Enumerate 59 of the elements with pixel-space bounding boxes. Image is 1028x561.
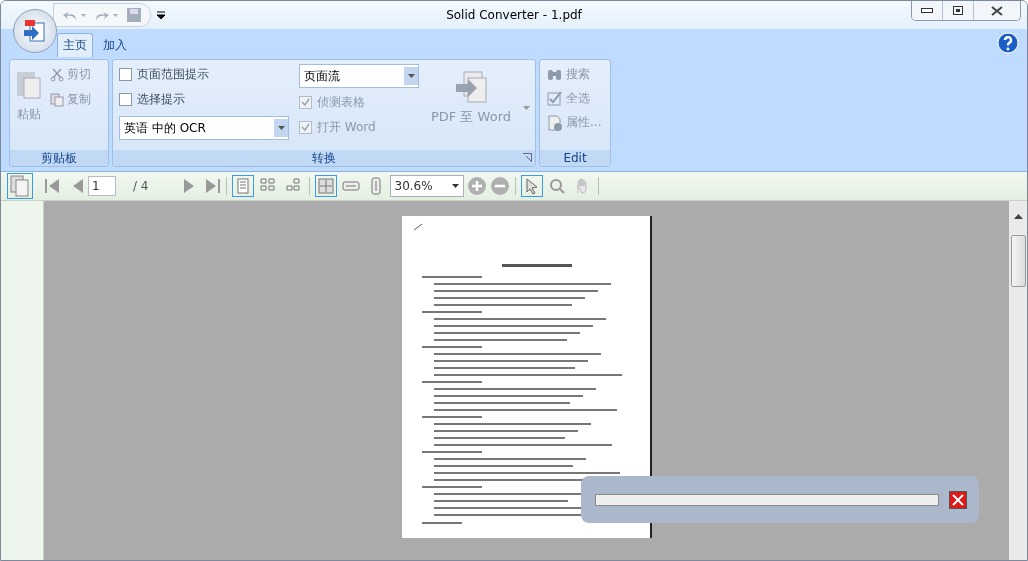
properties-button[interactable]: 属性... — [544, 112, 604, 133]
caret-icon — [277, 126, 285, 130]
checkbox-label: 页面范围提示 — [137, 66, 209, 83]
maximize-button[interactable] — [943, 1, 974, 20]
copy-icon — [50, 92, 64, 107]
checkbox-label: 打开 Word — [317, 119, 376, 136]
vertical-scrollbar[interactable] — [1009, 201, 1027, 560]
checkbox-label: 侦测表格 — [317, 94, 365, 111]
document-info-icon — [546, 114, 563, 131]
ribbon-tab[interactable]: 加入 — [97, 33, 133, 57]
ribbon-tab[interactable]: 主页 — [57, 33, 93, 57]
search-button[interactable]: 搜索 — [544, 64, 604, 85]
checkmark-icon — [546, 90, 563, 107]
scissors-icon — [50, 67, 64, 82]
page-count: / 4 — [132, 179, 150, 193]
close-icon — [951, 492, 965, 507]
previous-page-icon[interactable] — [71, 177, 85, 195]
first-page-icon[interactable] — [44, 177, 60, 195]
minimize-button[interactable] — [912, 1, 943, 20]
save-icon[interactable] — [126, 7, 142, 23]
zoom-select[interactable]: 30.6% — [389, 175, 464, 197]
pdf-to-word-button[interactable]: PDF 至 Word — [429, 64, 513, 146]
fit-page-icon[interactable] — [314, 175, 337, 197]
close-button[interactable] — [949, 490, 967, 509]
zoom-in-icon[interactable] — [466, 176, 487, 196]
close-button[interactable] — [974, 1, 1020, 20]
last-page-icon[interactable] — [204, 177, 221, 195]
minimize-icon — [921, 7, 933, 14]
copy-button[interactable]: 复制 — [48, 89, 93, 110]
zoom-out-icon[interactable] — [489, 176, 510, 196]
group-label: Edit — [540, 150, 610, 166]
layout-select[interactable]: 页面流 — [299, 64, 419, 88]
next-page-icon[interactable] — [181, 177, 196, 195]
caret-icon — [451, 184, 459, 188]
caret-icon — [407, 74, 415, 78]
customize-icon[interactable] — [157, 11, 165, 19]
group-label: 转换 — [113, 150, 535, 166]
checkbox[interactable] — [119, 93, 132, 106]
close-icon — [991, 5, 1003, 16]
single-page-icon[interactable] — [231, 175, 254, 197]
pages-panel-icon[interactable] — [7, 173, 33, 199]
maximize-icon — [953, 6, 963, 15]
dialog-launcher-icon[interactable] — [523, 153, 532, 162]
scrollbar-thumb[interactable] — [1010, 235, 1026, 287]
window-title: Solid Converter - 1.pdf — [446, 8, 582, 22]
document-arrow-icon — [454, 70, 488, 104]
page-number-field[interactable]: 1 — [88, 176, 116, 196]
cut-button[interactable]: 剪切 — [48, 64, 93, 85]
caret-icon[interactable] — [523, 106, 530, 110]
paste-button[interactable]: 粘贴 — [14, 64, 44, 146]
pointer-icon[interactable] — [520, 175, 543, 197]
group-label: 剪贴板 — [10, 150, 108, 166]
select-all-button[interactable]: 全选 — [544, 88, 604, 109]
checkbox-label: 选择提示 — [137, 91, 185, 108]
scroll-up-icon[interactable] — [1013, 214, 1023, 219]
ocr-language-select[interactable]: 英语 中的 OCR — [119, 116, 289, 140]
document-arrow-icon — [22, 18, 48, 44]
checkbox[interactable] — [119, 68, 132, 81]
help-icon[interactable] — [997, 32, 1019, 54]
